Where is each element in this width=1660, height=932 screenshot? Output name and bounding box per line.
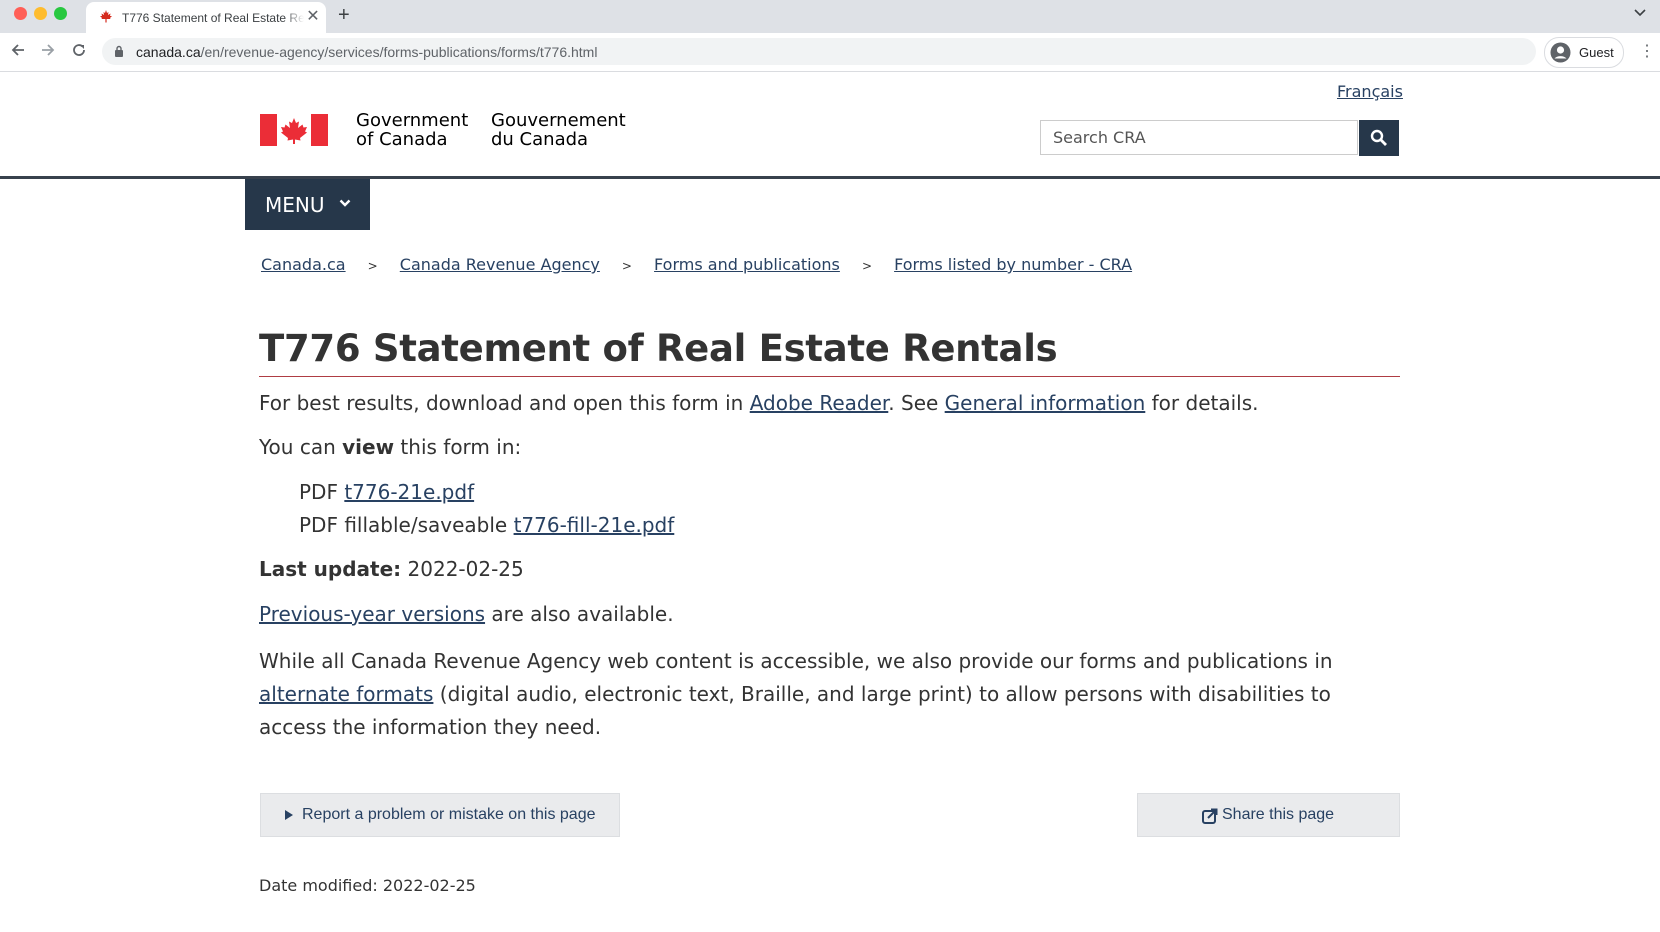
wordmark-french: Gouvernement du Canada bbox=[491, 110, 626, 150]
chevron-down-icon bbox=[339, 199, 351, 207]
address-bar[interactable]: canada.ca/en/revenue-agency/services/for… bbox=[102, 38, 1536, 65]
fillable-pdf-list-item: PDF fillable/saveable t776-fill-21e.pdf bbox=[299, 513, 675, 537]
breadcrumb-link-forms-by-number[interactable]: Forms listed by number - CRA bbox=[894, 255, 1132, 274]
view-form-paragraph: You can view this form in: bbox=[259, 435, 522, 459]
menu-button[interactable]: MENU bbox=[245, 179, 370, 230]
search-button[interactable] bbox=[1359, 120, 1399, 156]
breadcrumb-link-canada[interactable]: Canada.ca bbox=[261, 255, 346, 274]
window-close-button[interactable] bbox=[14, 7, 27, 20]
profile-label: Guest bbox=[1579, 45, 1614, 60]
window-minimize-button[interactable] bbox=[34, 7, 47, 20]
breadcrumb-separator: > bbox=[621, 259, 632, 273]
plus-icon[interactable]: + bbox=[338, 4, 350, 27]
pdf-list-item: PDF t776-21e.pdf bbox=[299, 480, 475, 504]
page-title: T776 Statement of Real Estate Rentals bbox=[259, 327, 1058, 370]
browser-toolbar: canada.ca/en/revenue-agency/services/for… bbox=[0, 33, 1660, 72]
breadcrumb-link-forms[interactable]: Forms and publications bbox=[654, 255, 840, 274]
date-modified: Date modified: 2022-02-25 bbox=[259, 876, 476, 895]
forward-arrow-icon[interactable] bbox=[39, 41, 57, 59]
back-arrow-icon[interactable] bbox=[9, 41, 27, 59]
reload-icon[interactable] bbox=[70, 41, 88, 59]
previous-versions-paragraph: Previous-year versions are also availabl… bbox=[259, 602, 674, 626]
avatar-icon bbox=[1550, 42, 1571, 63]
breadcrumb-link-cra[interactable]: Canada Revenue Agency bbox=[400, 255, 600, 274]
window-zoom-button[interactable] bbox=[54, 7, 67, 20]
title-underline bbox=[259, 376, 1400, 377]
adobe-reader-link[interactable]: Adobe Reader bbox=[750, 391, 889, 415]
adobe-reader-paragraph: For best results, download and open this… bbox=[259, 391, 1259, 415]
breadcrumb-separator: > bbox=[861, 259, 873, 273]
close-icon[interactable]: ✕ bbox=[304, 8, 322, 26]
fillable-pdf-download-link[interactable]: t776-fill-21e.pdf bbox=[514, 513, 675, 537]
breadcrumb-separator: > bbox=[367, 259, 378, 273]
canada-flag-icon bbox=[260, 114, 328, 146]
breadcrumb: Canada.ca > Canada Revenue Agency > Form… bbox=[261, 255, 1132, 274]
triangle-right-icon bbox=[285, 810, 293, 820]
kebab-menu-icon[interactable]: ⋮ bbox=[1639, 41, 1655, 61]
accessibility-paragraph: While all Canada Revenue Agency web cont… bbox=[259, 649, 1333, 739]
search-input[interactable] bbox=[1040, 120, 1358, 155]
url-text: canada.ca/en/revenue-agency/services/for… bbox=[136, 44, 598, 60]
tab-title: T776 Statement of Real Estate Rentals - … bbox=[122, 11, 304, 25]
general-information-link[interactable]: General information bbox=[945, 391, 1146, 415]
lock-icon bbox=[115, 45, 123, 57]
search-icon bbox=[1370, 129, 1387, 146]
share-page-button[interactable]: Share this page bbox=[1137, 793, 1400, 837]
previous-year-versions-link[interactable]: Previous-year versions bbox=[259, 602, 485, 626]
report-problem-button[interactable]: Report a problem or mistake on this page bbox=[260, 793, 620, 837]
language-toggle-link[interactable]: Français bbox=[1337, 82, 1403, 101]
pdf-download-link[interactable]: t776-21e.pdf bbox=[344, 480, 474, 504]
browser-tab-bar: T776 Statement of Real Estate Rentals - … bbox=[0, 0, 1660, 33]
browser-tab-active[interactable]: T776 Statement of Real Estate Rentals - … bbox=[86, 2, 326, 33]
profile-button[interactable]: Guest bbox=[1544, 37, 1624, 68]
wordmark-english: Government of Canada bbox=[356, 110, 469, 150]
alternate-formats-link[interactable]: alternate formats bbox=[259, 682, 433, 706]
share-icon bbox=[1202, 808, 1218, 824]
maple-leaf-favicon bbox=[100, 10, 112, 23]
last-update: Last update: 2022-02-25 bbox=[259, 557, 524, 581]
chevron-down-icon[interactable] bbox=[1634, 6, 1646, 18]
